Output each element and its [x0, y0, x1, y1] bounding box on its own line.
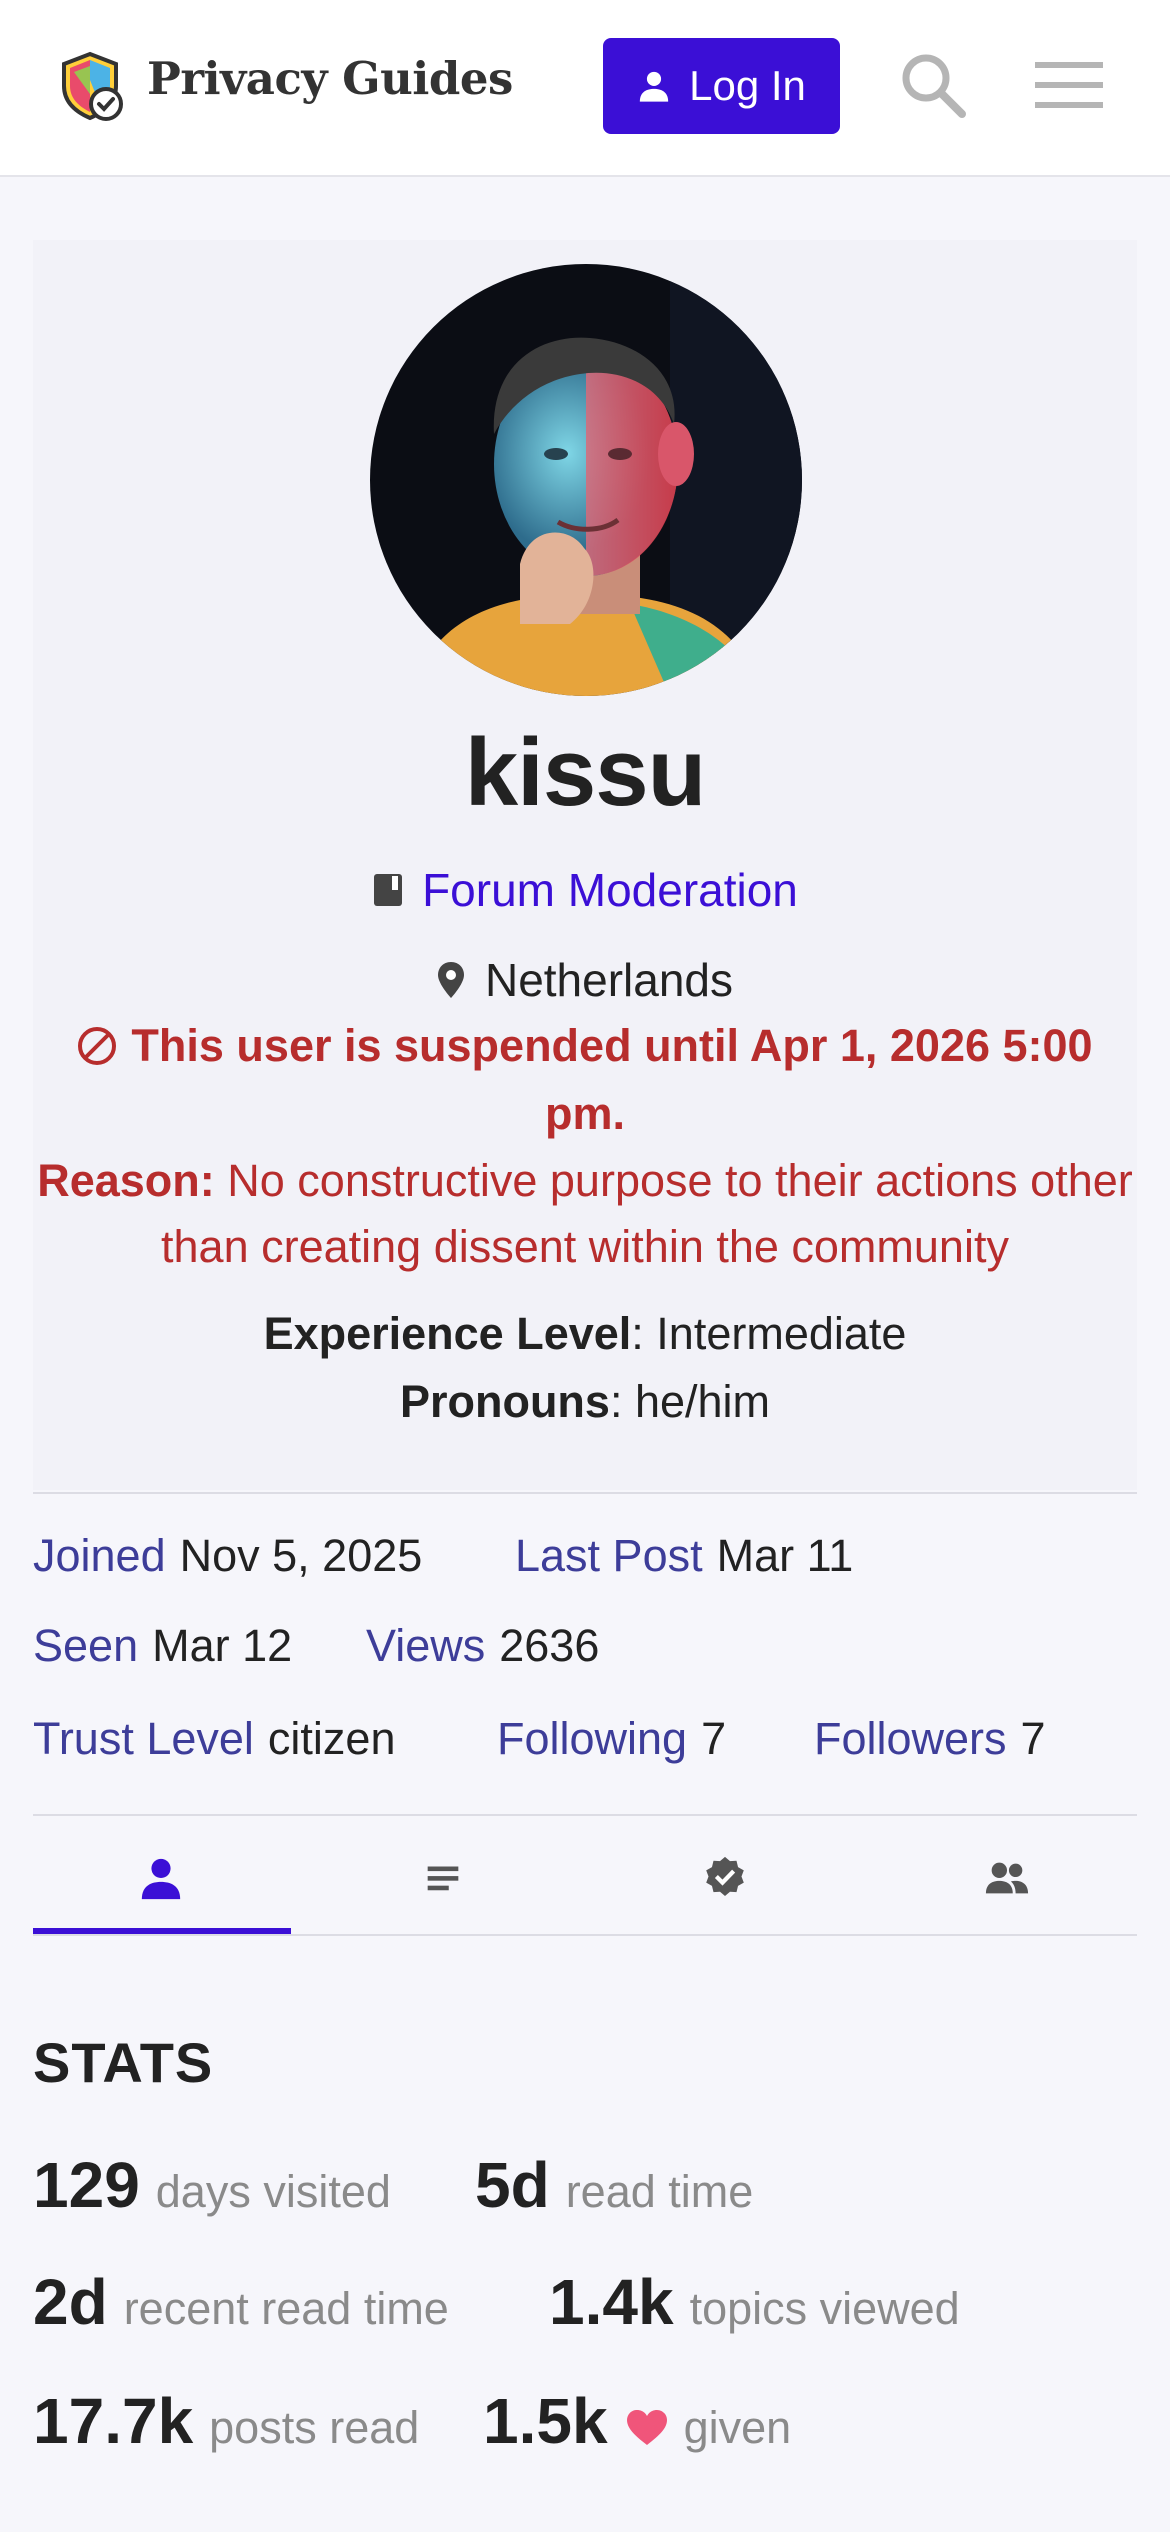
meta-value: citizen — [267, 1713, 396, 1764]
meta-label: Following — [497, 1713, 688, 1764]
suspension-message: This user is suspended until Apr 1, 2026… — [131, 1020, 1093, 1139]
divider — [33, 1934, 1137, 1936]
stat-value: 1.5k — [483, 2385, 608, 2457]
suspension-notice: This user is suspended until Apr 1, 2026… — [40, 1012, 1130, 1148]
suspension-reason: Reason: No constructive purpose to their… — [30, 1148, 1140, 1280]
stat-recent-read-time: 2d recent read time — [33, 2265, 449, 2339]
pronouns-field: Pronouns: he/him — [0, 1376, 1170, 1428]
site-header: Privacy Guides Log In — [0, 0, 1170, 177]
stat-posts-read: 17.7k posts read — [33, 2384, 419, 2458]
meta-label: Followers — [814, 1713, 1007, 1764]
tab-groups[interactable] — [879, 1818, 1135, 1938]
meta-following[interactable]: Following 7 — [497, 1713, 726, 1765]
meta-joined: Joined Nov 5, 2025 — [33, 1530, 422, 1582]
stat-value: 129 — [33, 2149, 140, 2221]
meta-label: Joined — [33, 1530, 166, 1581]
stat-value: 1.4k — [549, 2266, 674, 2338]
field-value: : Intermediate — [631, 1308, 907, 1359]
divider — [33, 1492, 1137, 1494]
field-value: : he/him — [609, 1376, 771, 1427]
user-group: Forum Moderation — [0, 862, 1170, 918]
heart-icon — [626, 2410, 667, 2445]
user-location: Netherlands — [0, 952, 1170, 1008]
user-icon — [141, 1858, 181, 1900]
field-label: Pronouns — [399, 1376, 610, 1427]
privacy-guides-logo-icon[interactable] — [54, 50, 126, 122]
meta-label: Last Post — [515, 1530, 703, 1581]
stat-value: 5d — [475, 2149, 550, 2221]
tab-summary[interactable] — [33, 1818, 289, 1938]
meta-label: Trust Level — [33, 1713, 254, 1764]
stat-label: topics viewed — [689, 2283, 960, 2334]
stats-heading: STATS — [33, 2031, 214, 2094]
stat-label: posts read — [209, 2402, 420, 2453]
group-link[interactable]: Forum Moderation — [422, 863, 798, 917]
stat-label: read time — [565, 2166, 754, 2217]
stat-days-visited: 129 days visited — [33, 2148, 391, 2222]
group-icon — [985, 1862, 1029, 1894]
meta-followers[interactable]: Followers 7 — [814, 1713, 1046, 1765]
stat-label: given — [683, 2402, 792, 2453]
meta-label: Views — [366, 1620, 486, 1671]
meta-value: 7 — [1020, 1713, 1046, 1764]
profile-tabs — [33, 1818, 1137, 1938]
site-title[interactable]: Privacy Guides — [147, 52, 513, 105]
divider — [33, 1814, 1137, 1816]
stat-topics-viewed: 1.4k topics viewed — [549, 2265, 960, 2339]
meta-value: Nov 5, 2025 — [179, 1530, 423, 1581]
stat-value: 2d — [33, 2266, 108, 2338]
hamburger-menu-icon[interactable] — [1035, 60, 1103, 110]
search-icon[interactable] — [898, 50, 968, 120]
badge-icon — [706, 1856, 744, 1897]
stat-label: days visited — [155, 2166, 391, 2217]
book-icon — [374, 874, 403, 906]
location-text: Netherlands — [484, 954, 734, 1006]
field-label: Experience Level — [263, 1308, 632, 1359]
user-avatar — [370, 264, 802, 696]
meta-last-post: Last Post Mar 11 — [515, 1530, 853, 1582]
experience-level-field: Experience Level: Intermediate — [0, 1308, 1170, 1360]
meta-trust-level: Trust Level citizen — [33, 1713, 395, 1765]
activity-icon — [427, 1866, 459, 1891]
stat-label: recent read time — [123, 2283, 449, 2334]
tab-activity[interactable] — [315, 1818, 571, 1938]
tab-badges[interactable] — [597, 1818, 853, 1938]
reason-label: Reason: — [37, 1155, 215, 1206]
login-button[interactable]: Log In — [603, 38, 840, 134]
ban-icon — [78, 1027, 117, 1065]
stat-likes-given: 1.5k given — [483, 2384, 791, 2458]
meta-seen: Seen Mar 12 — [33, 1620, 292, 1672]
stat-value: 17.7k — [33, 2385, 194, 2457]
meta-label: Seen — [33, 1620, 139, 1671]
meta-value: 2636 — [499, 1620, 600, 1671]
stat-read-time: 5d read time — [475, 2148, 753, 2222]
meta-value: Mar 12 — [152, 1620, 293, 1671]
meta-value: 7 — [701, 1713, 727, 1764]
username: kissu — [464, 719, 706, 826]
meta-views: Views 2636 — [366, 1620, 599, 1672]
map-pin-icon — [437, 962, 464, 998]
reason-text: No constructive purpose to their actions… — [161, 1155, 1133, 1272]
meta-value[interactable]: Mar 11 — [717, 1530, 854, 1581]
user-icon — [639, 71, 669, 102]
login-label: Log In — [689, 62, 806, 109]
